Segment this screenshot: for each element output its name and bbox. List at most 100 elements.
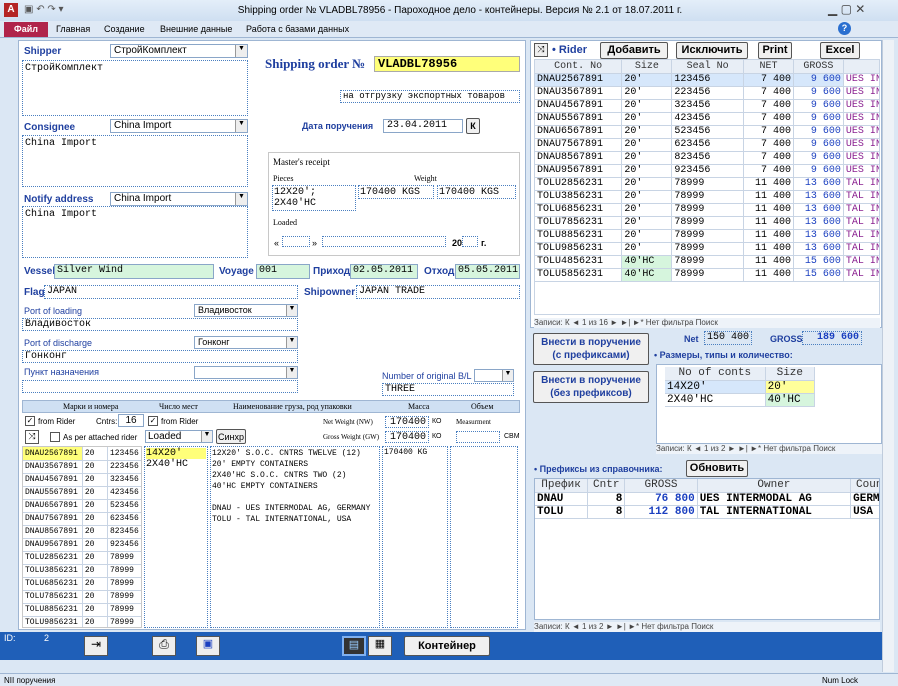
checkbox-per-rider[interactable] bbox=[50, 432, 60, 442]
rider-seal-no[interactable]: 923456 bbox=[671, 164, 744, 178]
sizes-count[interactable]: 2X40'HC bbox=[665, 393, 766, 407]
mark-container-no[interactable]: TOLU9856231 bbox=[23, 616, 83, 627]
rider-owner[interactable]: TAL INT bbox=[843, 242, 879, 256]
rider-container-no[interactable]: DNAU6567891 bbox=[535, 125, 623, 139]
add-without-prefix-button[interactable]: Внести в поручение (без префиксов) bbox=[533, 371, 649, 403]
rider-net[interactable]: 7 400 bbox=[743, 99, 794, 113]
destination-select[interactable]: ▼ bbox=[194, 366, 298, 379]
mark-size[interactable]: 20 bbox=[82, 577, 108, 591]
rider-col-header[interactable] bbox=[843, 60, 879, 74]
chevron-down-icon[interactable]: ▼ bbox=[235, 193, 247, 205]
rider-container-no[interactable]: DNAU3567891 bbox=[535, 86, 623, 100]
sizes-count[interactable]: 14X20' bbox=[665, 380, 766, 394]
rider-container-no[interactable]: DNAU8567891 bbox=[535, 151, 623, 165]
sizes-col-header[interactable]: Size bbox=[765, 367, 816, 381]
rider-container-no[interactable]: TOLU5856231 bbox=[535, 268, 623, 282]
loaded-select[interactable]: Loaded ▼ bbox=[145, 430, 213, 443]
rider-gross[interactable]: 13 600 bbox=[793, 177, 844, 191]
print-button[interactable]: Print bbox=[758, 42, 792, 59]
chevron-down-icon[interactable]: ▼ bbox=[286, 305, 297, 316]
pol-text[interactable]: Владивосток bbox=[22, 318, 298, 331]
rider-seal-no[interactable]: 78999 bbox=[671, 268, 744, 282]
table-row[interactable]: TOLU2856231 20 78999 bbox=[23, 551, 141, 565]
mark-container-no[interactable]: DNAU2567891 bbox=[23, 447, 83, 461]
mark-size[interactable]: 20 bbox=[82, 473, 108, 487]
table-row[interactable]: TOLU885623120'7899911 40013 600TAL INT bbox=[535, 229, 879, 243]
table-row[interactable]: TOLU7856231 20 78999 bbox=[23, 590, 141, 604]
rider-size[interactable]: 20' bbox=[621, 164, 673, 178]
add-with-prefix-button[interactable]: Внести в поручение (с префиксами) bbox=[533, 333, 649, 365]
table-row[interactable]: DNAU756789120'6234567 4009 600UES INT bbox=[535, 138, 879, 152]
mark-size[interactable]: 20 bbox=[82, 512, 108, 526]
voyage-input[interactable]: 001 bbox=[256, 264, 310, 279]
rider-size[interactable]: 20' bbox=[621, 216, 673, 230]
table-row[interactable]: DNAU2567891 20 123456 bbox=[23, 447, 141, 461]
loaded-year[interactable] bbox=[462, 236, 478, 247]
exclude-button[interactable]: Исключить bbox=[676, 42, 748, 59]
mark-container-no[interactable]: TOLU8856231 bbox=[23, 603, 83, 617]
rider-seal-no[interactable]: 223456 bbox=[671, 86, 744, 100]
rider-net[interactable]: 7 400 bbox=[743, 164, 794, 178]
rider-gross[interactable]: 9 600 bbox=[793, 138, 844, 152]
consignee-text[interactable]: China Import bbox=[22, 135, 248, 187]
mark-container-no[interactable]: TOLU6856231 bbox=[23, 577, 83, 591]
table-row[interactable]: TOLU485623140'HC7899911 40015 600TAL INT bbox=[535, 255, 879, 269]
sizes-col-header[interactable]: No of conts bbox=[665, 367, 766, 381]
checkbox-from-rider-2[interactable]: ✓ bbox=[148, 416, 158, 426]
excel-button[interactable]: Excel bbox=[820, 42, 860, 59]
bl-value[interactable]: THREE bbox=[382, 383, 514, 396]
prefix-col-header[interactable]: Owner bbox=[697, 479, 852, 493]
table-row[interactable]: DNAU656789120'5234567 4009 600UES INT bbox=[535, 125, 879, 139]
table-row[interactable]: TOLU985623120'7899911 40013 600TAL INT bbox=[535, 242, 879, 256]
mark-size[interactable]: 20 bbox=[82, 564, 108, 578]
table-row[interactable]: DNAU456789120'3234567 4009 600UES INT bbox=[535, 99, 879, 113]
rider-net[interactable]: 11 400 bbox=[743, 216, 794, 230]
mark-container-no[interactable]: DNAU5567891 bbox=[23, 486, 83, 500]
departure-input[interactable]: 05.05.2011 bbox=[455, 264, 520, 279]
mark-size[interactable]: 20 bbox=[82, 460, 108, 474]
date-input[interactable]: 23.04.2011 bbox=[383, 119, 463, 133]
table-row[interactable]: DNAU6567891 20 523456 bbox=[23, 499, 141, 513]
chevron-down-icon[interactable]: ▼ bbox=[235, 120, 247, 132]
rider-seal-no[interactable]: 78999 bbox=[671, 242, 744, 256]
rider-owner[interactable]: UES INT bbox=[843, 164, 879, 178]
mark-size[interactable]: 20 bbox=[82, 499, 108, 513]
rider-seal-no[interactable]: 78999 bbox=[671, 255, 744, 269]
rider-owner[interactable]: TAL INT bbox=[843, 216, 879, 230]
table-row[interactable]: DNAU9567891 20 923456 bbox=[23, 538, 141, 552]
chevron-down-icon[interactable]: ▼ bbox=[286, 337, 297, 348]
printer-icon[interactable]: ⎙ bbox=[152, 636, 176, 656]
mark-seal[interactable]: 523456 bbox=[107, 499, 141, 513]
rider-container-no[interactable]: DNAU2567891 bbox=[535, 73, 623, 87]
rider-owner[interactable]: UES INT bbox=[843, 151, 879, 165]
rider-seal-no[interactable]: 123456 bbox=[671, 73, 744, 87]
rider-size[interactable]: 20' bbox=[621, 229, 673, 243]
prefix-code[interactable]: DNAU bbox=[535, 492, 589, 506]
prefix-col-header[interactable]: Count bbox=[850, 479, 879, 493]
rider-container-no[interactable]: DNAU9567891 bbox=[535, 164, 623, 178]
rider-gross[interactable]: 9 600 bbox=[793, 112, 844, 126]
checkbox-from-rider-1[interactable]: ✓ bbox=[25, 416, 35, 426]
rider-size[interactable]: 40'HC bbox=[621, 268, 673, 282]
rider-size[interactable]: 20' bbox=[621, 242, 673, 256]
mark-seal[interactable]: 78999 bbox=[107, 551, 141, 565]
rider-owner[interactable]: TAL INT bbox=[843, 190, 879, 204]
table-row[interactable]: DNAU956789120'9234567 4009 600UES INT bbox=[535, 164, 879, 178]
table-row[interactable]: TOLU385623120'7899911 40013 600TAL INT bbox=[535, 190, 879, 204]
rider-gross[interactable]: 9 600 bbox=[793, 73, 844, 87]
rider-seal-no[interactable]: 78999 bbox=[671, 229, 744, 243]
table-row[interactable]: TOLU 8 112 800 TAL INTERNATIONAL USA bbox=[535, 505, 879, 519]
mark-seal[interactable]: 423456 bbox=[107, 486, 141, 500]
rider-size[interactable]: 20' bbox=[621, 112, 673, 126]
shipper-select[interactable]: СтройКомплект ▼ bbox=[110, 44, 248, 58]
notify-select[interactable]: China Import ▼ bbox=[110, 192, 248, 206]
rider-seal-no[interactable]: 323456 bbox=[671, 99, 744, 113]
rider-size[interactable]: 40'HC bbox=[621, 255, 673, 269]
rider-size[interactable]: 20' bbox=[621, 125, 673, 139]
rider-container-no[interactable]: TOLU9856231 bbox=[535, 242, 623, 256]
table-row[interactable]: DNAU856789120'8234567 4009 600UES INT bbox=[535, 151, 879, 165]
table-row[interactable]: 2X40'HC 40'HC bbox=[665, 393, 816, 407]
mark-seal[interactable]: 78999 bbox=[107, 616, 141, 627]
mark-seal[interactable]: 78999 bbox=[107, 577, 141, 591]
table-row[interactable]: DNAU5567891 20 423456 bbox=[23, 486, 141, 500]
